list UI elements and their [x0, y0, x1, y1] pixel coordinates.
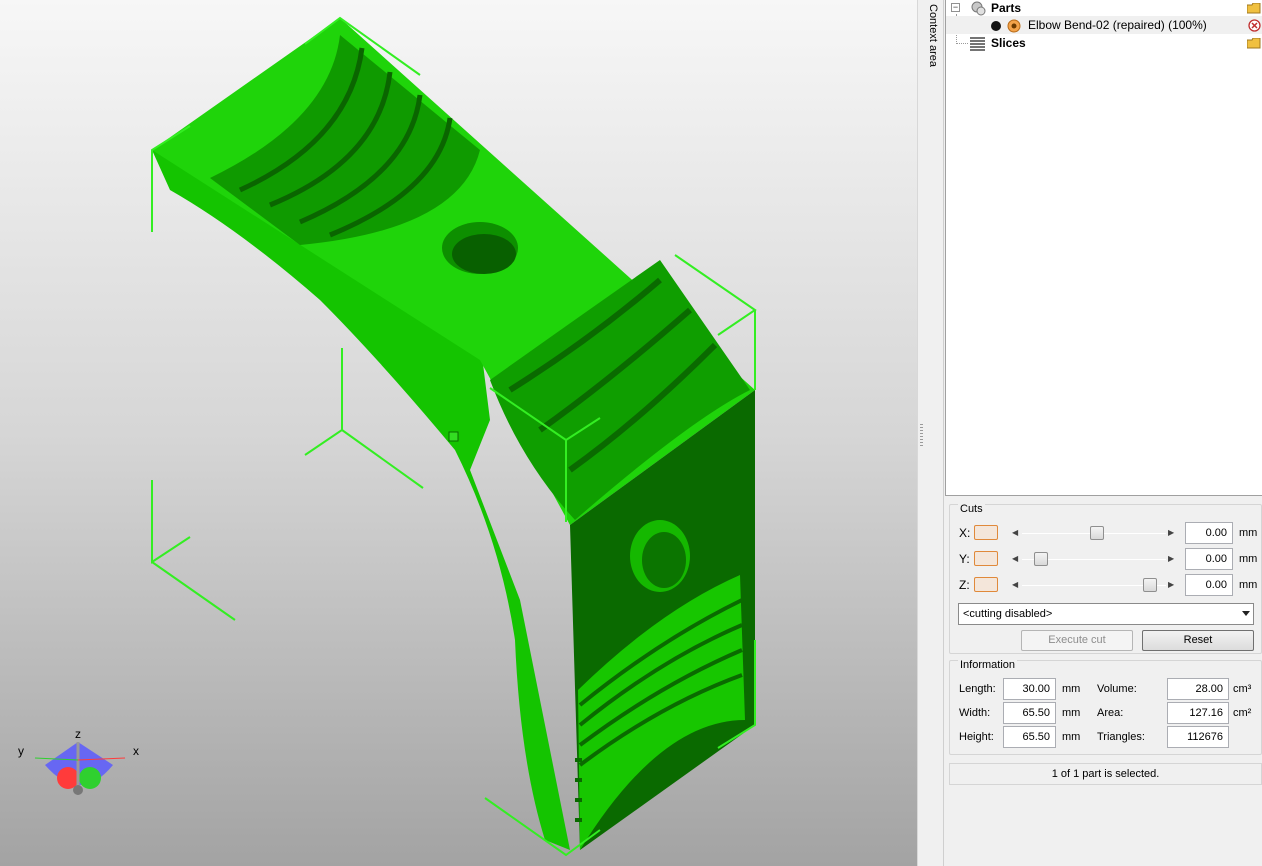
volume-unit: cm³ — [1233, 683, 1252, 695]
panel-splitter[interactable] — [917, 0, 925, 866]
width-value: 65.50 — [1003, 702, 1056, 724]
cut-y-color-box[interactable] — [974, 551, 998, 566]
cut-y-label: Y: — [959, 552, 970, 566]
execute-cut-button[interactable]: Execute cut — [1021, 630, 1133, 651]
cut-y-unit: mm — [1239, 553, 1258, 565]
volume-label: Volume: — [1097, 683, 1137, 695]
cut-z-input[interactable]: 0.00 — [1185, 574, 1233, 596]
slider-left-arrow-icon[interactable]: ◀ — [1012, 580, 1018, 589]
axis-x-label: x — [133, 744, 139, 758]
length-label: Length: — [959, 683, 996, 695]
area-label: Area: — [1097, 707, 1124, 719]
cut-z-unit: mm — [1239, 579, 1258, 591]
cut-z-slider-thumb[interactable] — [1142, 578, 1157, 592]
cut-x-input[interactable]: 0.00 — [1185, 522, 1233, 544]
parts-icon — [971, 1, 986, 16]
splitter-grip[interactable] — [920, 424, 923, 448]
area-unit: cm² — [1233, 707, 1252, 719]
cut-y-slider-thumb[interactable] — [1033, 552, 1048, 566]
width-label: Width: — [959, 707, 991, 719]
selection-status: 1 of 1 part is selected. — [949, 763, 1262, 785]
triangles-value: 112676 — [1167, 726, 1229, 748]
cut-z-color-box[interactable] — [974, 577, 998, 592]
3d-viewport[interactable]: z y x — [0, 0, 917, 866]
tree-item-part[interactable]: Elbow Bend-02 (repaired) (100%) — [946, 16, 1262, 34]
cut-z-label: Z: — [959, 578, 970, 592]
height-label: Height: — [959, 731, 994, 743]
axis-y-label: y — [18, 744, 24, 758]
width-unit: mm — [1062, 707, 1081, 719]
cut-x-label: X: — [959, 526, 971, 540]
slices-label: Slices — [991, 36, 1026, 50]
cutting-mode-value: <cutting disabled> — [963, 608, 1053, 620]
slider-right-arrow-icon[interactable]: ▶ — [1168, 554, 1174, 563]
information-title: Information — [958, 659, 1018, 671]
height-value: 65.50 — [1003, 726, 1056, 748]
cut-x-color-box[interactable] — [974, 525, 998, 540]
cut-x-slider-thumb[interactable] — [1089, 526, 1104, 540]
volume-value: 28.00 — [1167, 678, 1229, 700]
eye-icon[interactable] — [1007, 19, 1021, 33]
parts-tree[interactable]: − Parts Elbow Bend-02 (repaired) (100%) … — [945, 0, 1262, 496]
length-unit: mm — [1062, 683, 1081, 695]
height-unit: mm — [1062, 731, 1081, 743]
reset-button[interactable]: Reset — [1142, 630, 1254, 651]
folder-open-icon[interactable] — [1247, 38, 1261, 49]
part-item-label: Elbow Bend-02 (repaired) (100%) — [1028, 18, 1207, 32]
axis-z-label: z — [75, 727, 81, 741]
area-value: 127.16 — [1167, 702, 1229, 724]
slider-right-arrow-icon[interactable]: ▶ — [1168, 528, 1174, 537]
context-area-tab[interactable]: Context area — [925, 0, 944, 866]
selection-handle[interactable] — [448, 431, 459, 442]
cut-x-unit: mm — [1239, 527, 1258, 539]
remove-part-icon[interactable] — [1248, 19, 1261, 32]
triangles-label: Triangles: — [1097, 731, 1145, 743]
slices-icon — [970, 37, 985, 51]
cut-y-input[interactable]: 0.00 — [1185, 548, 1233, 570]
cuts-title: Cuts — [958, 503, 985, 515]
cutting-mode-select[interactable]: <cutting disabled> — [958, 603, 1254, 625]
dropdown-arrow-icon[interactable] — [1242, 611, 1250, 616]
length-value: 30.00 — [1003, 678, 1056, 700]
axes-gizmo — [34, 742, 126, 795]
slider-right-arrow-icon[interactable]: ▶ — [1168, 580, 1174, 589]
folder-open-icon[interactable] — [1247, 3, 1261, 14]
parts-label: Parts — [991, 1, 1022, 15]
visibility-dot-icon[interactable] — [991, 21, 1001, 31]
slider-left-arrow-icon[interactable]: ◀ — [1012, 554, 1018, 563]
collapse-icon[interactable]: − — [951, 3, 960, 12]
slider-left-arrow-icon[interactable]: ◀ — [1012, 528, 1018, 537]
model-scene[interactable] — [0, 0, 917, 866]
tree-item-slices[interactable]: Slices — [946, 35, 1262, 53]
context-area-label: Context area — [927, 4, 939, 67]
